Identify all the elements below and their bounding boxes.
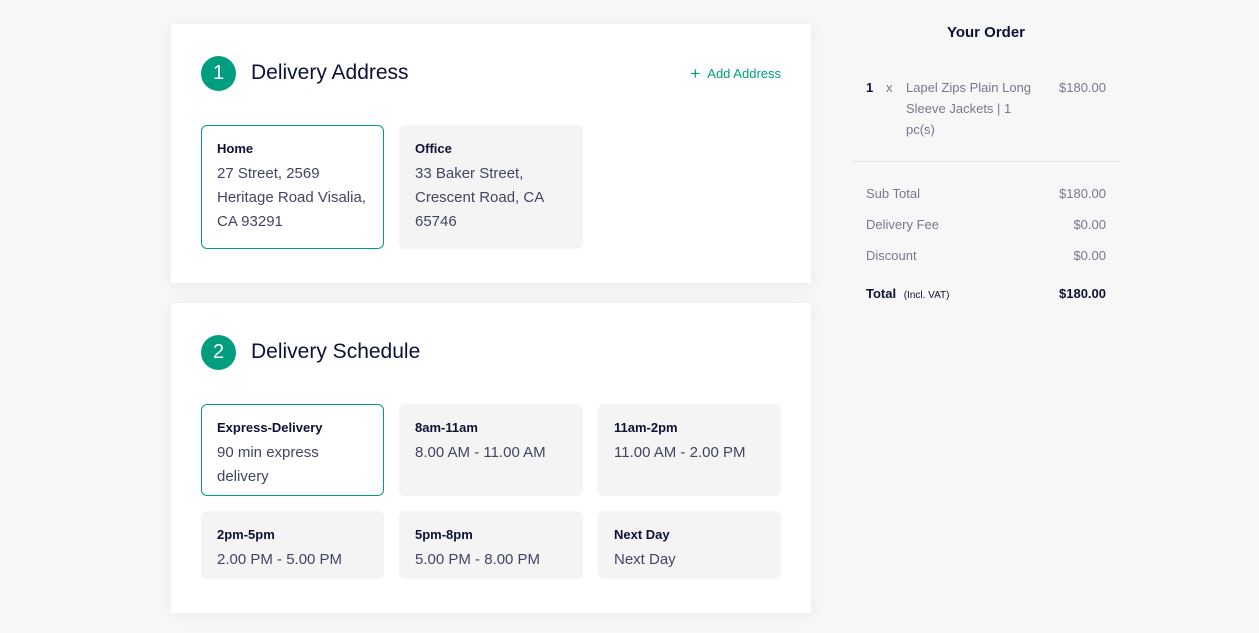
schedule-slot-title: 8am-11am <box>415 420 478 435</box>
order-item-price: $180.00 <box>1059 80 1106 95</box>
order-summary: Your Order 1 x Lapel Zips Plain Long Sle… <box>852 24 1120 301</box>
delivery-schedule-header: 2 Delivery Schedule <box>201 334 781 370</box>
schedule-slot-title: 11am-2pm <box>614 420 678 435</box>
schedule-slot-title: Express-Delivery <box>217 420 323 435</box>
delivery-address-header: 1 Delivery Address + Add Address <box>201 55 781 91</box>
delivery-address-card: 1 Delivery Address + Add Address Home 27… <box>171 24 811 283</box>
schedule-option-11am-2pm[interactable]: 11am-2pm 11.00 AM - 2.00 PM <box>598 404 781 496</box>
schedule-slot-text: 2.00 PM - 5.00 PM <box>217 551 343 568</box>
delivery-schedule-card: 2 Delivery Schedule Express-Delivery 90 … <box>171 303 811 613</box>
schedule-slot-text: Next Day <box>614 551 676 568</box>
schedule-slot-title: 5pm-8pm <box>415 527 473 542</box>
schedule-option-8am-11am[interactable]: 8am-11am 8.00 AM - 11.00 AM <box>399 404 583 496</box>
discount-row: Discount $0.00 <box>852 245 1120 276</box>
sub-total-row: Sub Total $180.00 <box>852 183 1120 214</box>
schedule-slot-title: Next Day <box>614 527 670 542</box>
delivery-fee-row: Delivery Fee $0.00 <box>852 214 1120 245</box>
delivery-schedule-title: Delivery Schedule <box>251 340 421 363</box>
sub-total-value: $180.00 <box>1059 186 1106 201</box>
total-vat-note: (Incl. VAT) <box>903 290 950 301</box>
divider <box>852 161 1120 162</box>
total-value: $180.00 <box>1059 286 1106 301</box>
schedule-options: Express-Delivery 90 min express delivery… <box>201 404 781 579</box>
delivery-fee-label: Delivery Fee <box>866 217 939 232</box>
plus-icon: + <box>690 63 701 83</box>
address-option-home[interactable]: Home 27 Street, 2569 Heritage Road Visal… <box>201 125 384 249</box>
total-label: Total <box>866 286 897 301</box>
order-item-name: Lapel Zips Plain Long Sleeve Jackets | 1… <box>906 80 1032 137</box>
add-address-label: Add Address <box>707 65 781 81</box>
address-options: Home 27 Street, 2569 Heritage Road Visal… <box>201 125 781 249</box>
sub-total-label: Sub Total <box>866 186 920 201</box>
address-text: 33 Baker Street, Crescent Road, CA 65746 <box>415 165 544 230</box>
schedule-option-express[interactable]: Express-Delivery 90 min express delivery <box>201 404 384 496</box>
schedule-slot-text: 5.00 PM - 8.00 PM <box>415 551 541 568</box>
schedule-slot-title: 2pm-5pm <box>217 527 275 542</box>
order-summary-title: Your Order <box>946 24 1026 41</box>
order-item-multiply: x <box>886 80 893 95</box>
discount-label: Discount <box>866 248 917 263</box>
add-address-button[interactable]: + Add Address <box>690 65 781 82</box>
address-text: 27 Street, 2569 Heritage Road Visalia, C… <box>217 165 366 230</box>
delivery-fee-value: $0.00 <box>1073 217 1106 232</box>
delivery-address-title: Delivery Address <box>251 61 409 84</box>
schedule-slot-text: 11.00 AM - 2.00 PM <box>614 444 746 461</box>
total-row: Total (Incl. VAT) $180.00 <box>852 286 1120 301</box>
schedule-option-next-day[interactable]: Next Day Next Day <box>598 511 781 579</box>
discount-value: $0.00 <box>1073 248 1106 263</box>
address-option-office[interactable]: Office 33 Baker Street, Crescent Road, C… <box>399 125 583 249</box>
total-label-group: Total (Incl. VAT) <box>866 286 949 301</box>
address-name: Office <box>415 141 452 156</box>
schedule-slot-text: 8.00 AM - 11.00 AM <box>415 444 546 461</box>
schedule-option-5pm-8pm[interactable]: 5pm-8pm 5.00 PM - 8.00 PM <box>399 511 583 579</box>
schedule-option-2pm-5pm[interactable]: 2pm-5pm 2.00 PM - 5.00 PM <box>201 511 384 579</box>
order-item-quantity: 1 <box>866 80 874 95</box>
step-number-badge: 2 <box>201 334 236 370</box>
order-item: 1 x Lapel Zips Plain Long Sleeve Jackets… <box>852 77 1120 140</box>
schedule-slot-text: 90 min express delivery <box>217 444 319 485</box>
address-name: Home <box>217 141 254 156</box>
step-number-badge: 1 <box>201 55 236 91</box>
